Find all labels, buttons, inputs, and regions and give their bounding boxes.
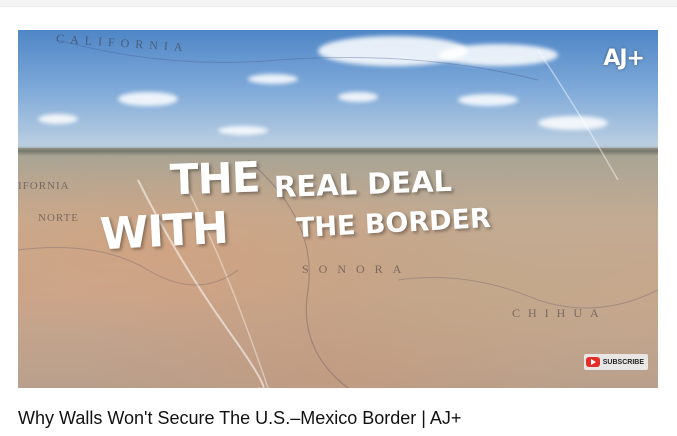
map-label: CHIHUA [512,306,607,320]
subscribe-label: SUBSCRIBE [602,358,644,366]
video-title[interactable]: Why Walls Won't Secure The U.S.–Mexico B… [18,408,461,429]
headline-word-the: THE [169,152,261,205]
headline-word-with: WITH [98,202,229,261]
channel-logo: AJ+ [603,46,645,71]
map-label: SONORA [302,262,412,276]
map-label: IFORNIA [18,180,70,192]
subscribe-button[interactable]: SUBSCRIBE [583,354,648,370]
youtube-play-icon [585,357,600,367]
headline-real-deal: REAL DEAL [273,163,453,205]
video-player[interactable]: CALIFORNIA IFORNIA NORTE SONORA CHIHUA T… [18,30,658,388]
map-label: NORTE [38,212,80,224]
top-strip [0,0,677,7]
